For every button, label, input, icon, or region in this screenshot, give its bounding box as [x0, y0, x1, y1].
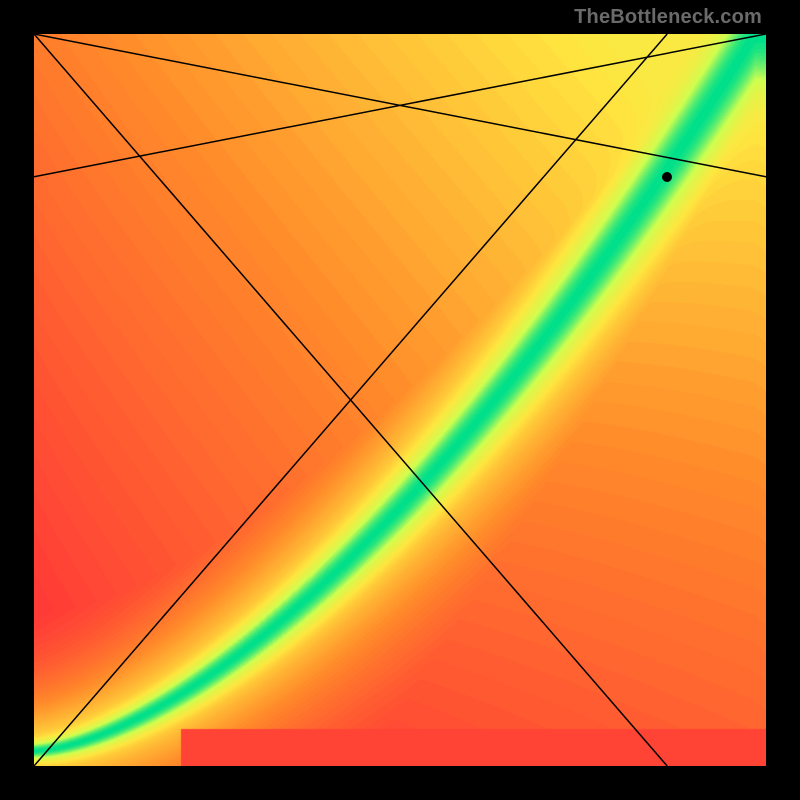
heatmap-canvas — [34, 34, 766, 766]
chart-frame: TheBottleneck.com — [0, 0, 800, 800]
crosshair-vertical-b — [34, 34, 667, 766]
marker-dot — [662, 172, 672, 182]
attribution-label: TheBottleneck.com — [574, 6, 762, 29]
crosshair-vertical — [34, 34, 667, 766]
crosshair-overlay — [34, 34, 766, 766]
crosshair-horizontal — [34, 34, 766, 177]
crosshair-horizontal-b — [34, 34, 766, 177]
